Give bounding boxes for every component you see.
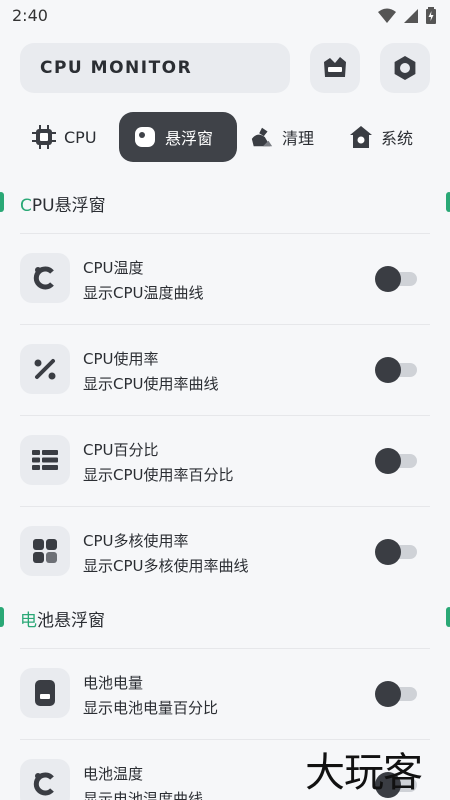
- list-item-title: CPU使用率: [83, 350, 159, 368]
- tab-floating-window[interactable]: 悬浮窗: [119, 112, 237, 162]
- crown-button[interactable]: [310, 43, 360, 93]
- status-bar: 2:40: [0, 0, 450, 32]
- list-item-description: 显示CPU使用率曲线: [83, 375, 219, 393]
- list-item-title: CPU多核使用率: [83, 532, 189, 550]
- section-marker-right: [446, 607, 450, 627]
- list-item-description: 显示CPU多核使用率曲线: [83, 557, 249, 575]
- section-title-rest: PU悬浮窗: [31, 196, 106, 216]
- tab-cpu-label: CPU: [64, 127, 97, 147]
- battery-status-icon: [426, 7, 436, 24]
- list-item-cpu-percentage[interactable]: CPU百分比 显示CPU使用率百分比: [20, 415, 430, 505]
- multicore-icon: [20, 526, 70, 576]
- percent-icon: [20, 344, 70, 394]
- watermark: 大玩客: [305, 750, 423, 796]
- section-marker-right: [446, 192, 450, 212]
- list-item-title: CPU百分比: [83, 441, 159, 459]
- tab-system[interactable]: 系统: [349, 112, 413, 162]
- section-title-rest: 池悬浮窗: [37, 611, 105, 631]
- toggle-switch[interactable]: [375, 357, 417, 383]
- list-item-title: CPU温度: [83, 259, 144, 277]
- toggle-switch[interactable]: [375, 681, 417, 707]
- gear-icon: [394, 56, 416, 80]
- crown-icon: [324, 57, 346, 77]
- tab-bar: CPU 悬浮窗 清理 系统: [0, 112, 450, 164]
- section-marker-left: [0, 607, 4, 627]
- list-item-description: 显示CPU使用率百分比: [83, 466, 234, 484]
- tab-clean[interactable]: 清理: [250, 112, 314, 162]
- status-time: 2:40: [12, 6, 48, 25]
- list-item-battery-level[interactable]: 电池电量 显示电池电量百分比: [20, 648, 430, 738]
- signal-icon: [404, 8, 418, 23]
- toggle-switch[interactable]: [375, 266, 417, 292]
- tab-clean-label: 清理: [282, 129, 315, 148]
- section-title-cpu: CPU悬浮窗: [20, 191, 106, 216]
- tab-system-label: 系统: [381, 129, 414, 148]
- section-title-accent: 电: [20, 611, 37, 631]
- settings-button[interactable]: [380, 43, 430, 93]
- app-title: CPU MONITOR: [40, 58, 193, 78]
- section-title-battery: 电池悬浮窗: [20, 606, 105, 631]
- toggle-switch[interactable]: [375, 539, 417, 565]
- grid-list-icon: [20, 435, 70, 485]
- temperature-icon: [20, 759, 70, 800]
- tab-cpu[interactable]: CPU: [32, 112, 97, 162]
- floating-window-icon: [133, 125, 157, 149]
- wifi-icon: [378, 8, 396, 23]
- list-item-title: 电池温度: [83, 765, 144, 783]
- list-item-description: 显示CPU温度曲线: [83, 284, 204, 302]
- chip-icon: [32, 125, 56, 149]
- section-title-accent: C: [20, 196, 32, 216]
- app-bar: CPU MONITOR: [20, 43, 430, 93]
- temperature-icon: [20, 253, 70, 303]
- list-item-cpu-usage[interactable]: CPU使用率 显示CPU使用率曲线: [20, 324, 430, 414]
- tab-floating-window-label: 悬浮窗: [165, 129, 214, 148]
- list-item-cpu-temperature[interactable]: CPU温度 显示CPU温度曲线: [20, 233, 430, 323]
- list-item-description: 显示电池温度曲线: [83, 790, 204, 800]
- toggle-switch[interactable]: [375, 448, 417, 474]
- broom-icon: [250, 125, 274, 149]
- status-icons: [378, 7, 436, 24]
- list-item-cpu-multicore[interactable]: CPU多核使用率 显示CPU多核使用率曲线: [20, 506, 430, 596]
- list-item-description: 显示电池电量百分比: [83, 699, 219, 717]
- list-item-title: 电池电量: [83, 674, 144, 692]
- app-title-bar: CPU MONITOR: [20, 43, 290, 93]
- section-marker-left: [0, 192, 4, 212]
- battery-icon: [20, 668, 70, 718]
- home-icon: [349, 125, 373, 149]
